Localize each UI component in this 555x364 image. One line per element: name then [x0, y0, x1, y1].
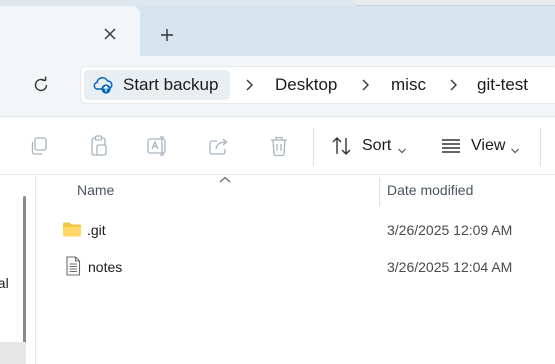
- column-header-date-modified[interactable]: Date modified: [387, 182, 473, 198]
- text-file-icon: [63, 256, 83, 276]
- sort-icon: [331, 134, 353, 158]
- column-separator[interactable]: [379, 178, 380, 206]
- toolbar-separator: [313, 128, 314, 166]
- breadcrumb-git-test[interactable]: git-test: [477, 75, 528, 95]
- breadcrumb-label: Start backup: [123, 75, 219, 94]
- chevron-right-icon[interactable]: [242, 76, 256, 94]
- column-header-name[interactable]: Name: [77, 182, 114, 198]
- nav-item-partial[interactable]: nal: [0, 275, 9, 291]
- copy-icon[interactable]: [28, 134, 50, 158]
- view-icon: [440, 134, 462, 158]
- chevron-right-icon[interactable]: [446, 76, 460, 94]
- close-icon[interactable]: [100, 24, 120, 44]
- view-label: View: [471, 137, 506, 154]
- rename-icon[interactable]: [147, 134, 169, 158]
- paste-icon[interactable]: [88, 134, 110, 158]
- chevron-right-icon[interactable]: [358, 76, 372, 94]
- refresh-icon[interactable]: [28, 72, 54, 98]
- navigation-pane[interactable]: [0, 175, 36, 364]
- file-name: notes: [88, 259, 123, 275]
- nav-scrollbar[interactable]: [23, 196, 26, 350]
- breadcrumb-misc[interactable]: misc: [391, 75, 426, 95]
- nav-item-selected[interactable]: [0, 342, 26, 364]
- file-date: 3/26/2025 12:09 AM: [387, 222, 513, 238]
- sort-label: Sort: [362, 137, 392, 154]
- delete-icon[interactable]: [268, 134, 290, 158]
- chevron-down-icon: [397, 142, 407, 154]
- toolbar-separator: [540, 128, 541, 166]
- plus-icon[interactable]: [156, 24, 178, 46]
- sort-ascending-icon: [218, 172, 232, 183]
- breadcrumb-desktop[interactable]: Desktop: [275, 75, 337, 95]
- file-name: .git: [87, 222, 106, 238]
- file-date: 3/26/2025 12:04 AM: [387, 259, 513, 275]
- folder-icon: [62, 219, 82, 239]
- cloud-backup-icon: [92, 74, 114, 96]
- chevron-down-icon: [510, 142, 520, 154]
- share-icon[interactable]: [208, 134, 230, 158]
- divider: [0, 174, 555, 175]
